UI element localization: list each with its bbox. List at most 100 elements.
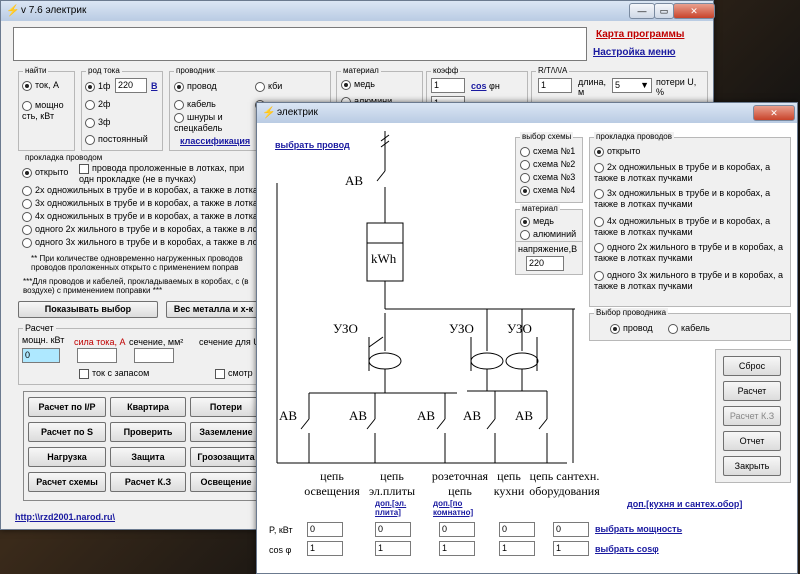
power-input-1[interactable]: 0 <box>307 522 343 537</box>
calc-ip-button[interactable]: Расчет по I/P <box>28 397 106 417</box>
dialog-lay-one3-radio[interactable] <box>594 270 604 281</box>
dialog-lay-open-label: открыто <box>607 146 641 156</box>
menu-settings-link[interactable]: Настройка меню <box>593 47 676 58</box>
power-input-4[interactable]: 0 <box>499 522 535 537</box>
apartment-button[interactable]: Квартира <box>110 397 186 417</box>
cond-wire-radio[interactable] <box>174 81 184 92</box>
top-text-area[interactable] <box>13 27 587 61</box>
add-kitchen-link[interactable]: доп.[кухня и сантех.обор] <box>627 499 742 509</box>
phi-label: φн <box>489 81 500 91</box>
breaker-av-1-label: АВ <box>279 408 298 423</box>
add-stove-link[interactable]: доп.[эл. плита] <box>375 499 417 517</box>
dialog-kz-button[interactable]: Расчет К.З <box>723 406 781 426</box>
length-label: длина, м <box>578 77 607 97</box>
rtaa-input[interactable]: 1 <box>538 78 572 93</box>
cur-2f-radio[interactable] <box>85 99 95 110</box>
length-select[interactable]: 5 ▼ <box>612 78 652 93</box>
calc-kz-button[interactable]: Расчет К.З <box>110 472 186 492</box>
grounding-button[interactable]: Заземление <box>190 422 262 442</box>
mat-copper-radio[interactable] <box>341 79 351 90</box>
lay-4x-radio[interactable] <box>22 211 32 222</box>
lay-open-radio[interactable] <box>22 167 32 178</box>
breaker-av-main-label: АВ <box>345 173 364 188</box>
select-cos-link[interactable]: выбрать cosφ <box>595 544 659 554</box>
current-output[interactable] <box>77 348 117 363</box>
calc-scheme-button[interactable]: Расчет схемы <box>28 472 106 492</box>
classification-link[interactable]: классификация <box>180 136 250 146</box>
add-rooms-link[interactable]: доп.[по комнатно] <box>433 499 483 517</box>
look-check[interactable] <box>215 368 225 379</box>
dialog-lay-one2-radio[interactable] <box>594 242 604 253</box>
scheme-3-radio[interactable] <box>520 172 530 183</box>
report-button[interactable]: Отчет <box>723 431 781 451</box>
cond-busbar-radio[interactable] <box>174 112 184 123</box>
dialog-actions-panel: Сброс Расчет Расчет К.З Отчет Закрыть <box>715 349 791 483</box>
losses-button[interactable]: Потери <box>190 397 262 417</box>
dialog-lay-2x-radio[interactable] <box>594 162 604 173</box>
dialog-wire-radio[interactable] <box>610 323 620 334</box>
coef-input-1[interactable]: 1 <box>431 78 465 93</box>
cur-3f-label: 3ф <box>98 117 111 127</box>
current-margin-check[interactable] <box>79 368 89 379</box>
scheme-1-radio[interactable] <box>520 146 530 157</box>
scheme-4-radio[interactable] <box>520 185 530 196</box>
dialog-exit-button[interactable]: Закрыть <box>723 456 781 476</box>
load-button[interactable]: Нагрузка <box>28 447 106 467</box>
program-map-link[interactable]: Карта программы <box>596 29 684 40</box>
dialog-lay-4x-radio[interactable] <box>594 216 604 227</box>
find-power-radio[interactable] <box>22 100 32 111</box>
cos-link[interactable]: cos <box>471 81 487 91</box>
cos-input-3[interactable]: 1 <box>439 541 475 556</box>
lay-one2-radio[interactable] <box>22 224 32 235</box>
scheme-2-radio[interactable] <box>520 159 530 170</box>
cond-kbi-radio[interactable] <box>255 81 265 92</box>
power-input-3[interactable]: 0 <box>439 522 475 537</box>
lightning-protection-button[interactable]: Грозозащита <box>190 447 262 467</box>
power-kw-input[interactable]: 0 <box>22 348 60 363</box>
dialog-cable-radio[interactable] <box>668 323 678 334</box>
lighting-button[interactable]: Освещение <box>190 472 262 492</box>
power-input-2[interactable]: 0 <box>375 522 411 537</box>
close-button[interactable]: ✕ <box>673 3 715 19</box>
cur-3f-radio[interactable] <box>85 117 95 128</box>
dialog-lay-open-radio[interactable] <box>594 146 604 157</box>
section-output[interactable] <box>134 348 174 363</box>
show-selection-button[interactable]: Показывать выбор <box>18 301 158 318</box>
mat-copper-label: медь <box>354 79 375 89</box>
dialog-copper-radio[interactable] <box>520 216 530 227</box>
maximize-button[interactable]: ▭ <box>654 3 674 19</box>
calc-s-button[interactable]: Расчет по S <box>28 422 106 442</box>
cos-input-1[interactable]: 1 <box>307 541 343 556</box>
cur-1f-radio[interactable] <box>85 81 95 92</box>
lay-2x-radio[interactable] <box>22 185 32 196</box>
calc-caption: Расчет <box>23 323 56 333</box>
dialog-lay-2x-label: 2х одножильных в трубе и в коробах, а та… <box>594 162 771 183</box>
dialog-voltage-input[interactable]: 220 <box>526 256 564 271</box>
voltage-input[interactable]: 220 <box>115 78 147 93</box>
check-button[interactable]: Проверить <box>110 422 186 442</box>
lay-trays-check[interactable] <box>79 163 89 174</box>
website-link[interactable]: http:\\rzd2001.narod.ru\ <box>15 512 115 522</box>
power-input-5[interactable]: 0 <box>553 522 589 537</box>
dialog-calc-button[interactable]: Расчет <box>723 381 781 401</box>
dialog-alu-radio[interactable] <box>520 229 530 240</box>
minimize-button[interactable]: — <box>629 3 655 19</box>
metal-weight-button[interactable]: Вес металла и х-к <box>166 301 261 318</box>
cur-dc-radio[interactable] <box>85 134 95 145</box>
cos-input-2[interactable]: 1 <box>375 541 411 556</box>
cond-cable-radio[interactable] <box>174 99 184 110</box>
find-current-radio[interactable] <box>22 80 32 91</box>
lay-one3-radio[interactable] <box>22 237 32 248</box>
cos-input-5[interactable]: 1 <box>553 541 589 556</box>
lay-3x-radio[interactable] <box>22 198 32 209</box>
voltage-unit-link[interactable]: В <box>151 81 158 91</box>
cos-input-4[interactable]: 1 <box>499 541 535 556</box>
select-power-link[interactable]: выбрать мощность <box>595 524 682 534</box>
protection-button[interactable]: Защита <box>110 447 186 467</box>
main-title: v 7.6 электрик <box>21 5 87 16</box>
reset-button[interactable]: Сброс <box>723 356 781 376</box>
cond-wire-label: провод <box>187 81 217 91</box>
dialog-lay-3x-radio[interactable] <box>594 188 604 199</box>
dialog-close-button[interactable]: ✕ <box>753 105 795 121</box>
lightning-icon: ⚡ <box>6 5 20 17</box>
